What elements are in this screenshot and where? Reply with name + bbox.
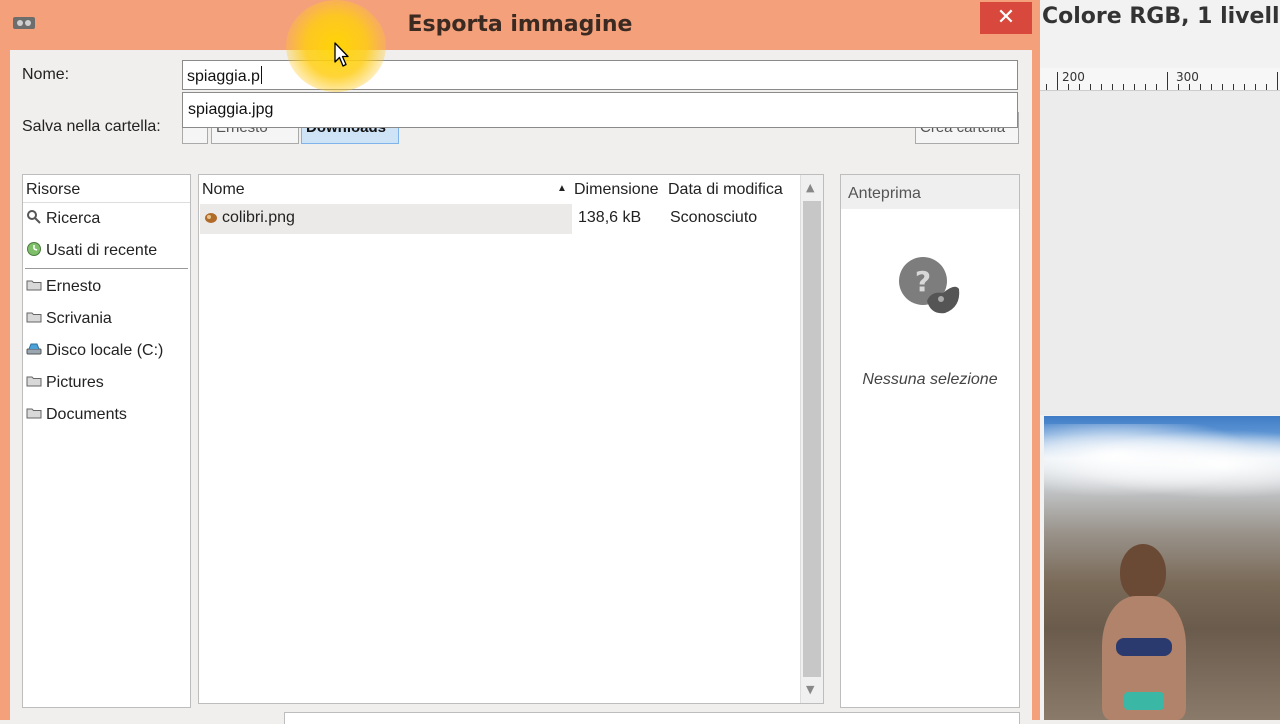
place-pictures[interactable]: Pictures xyxy=(23,369,190,397)
ruler-tick xyxy=(1079,84,1080,90)
dialog-titlebar[interactable]: Esporta immagine ✕ xyxy=(0,0,1040,50)
mouse-cursor-icon xyxy=(334,42,349,67)
folder-icon xyxy=(26,312,42,323)
text-caret xyxy=(260,66,262,84)
no-preview-icon: ? xyxy=(899,257,960,314)
scrollbar-thumb[interactable] xyxy=(803,201,821,677)
column-header-date[interactable]: Data di modifica xyxy=(665,175,799,203)
canvas-area xyxy=(1040,91,1280,415)
ruler-label: 200 xyxy=(1062,70,1085,84)
dialog-content: Nome: spiaggia.p Salva nella cartella: E… xyxy=(10,50,1032,724)
place-recent[interactable]: Usati di recente xyxy=(23,237,190,265)
svg-text:?: ? xyxy=(915,265,931,298)
ruler-tick xyxy=(1255,84,1256,90)
ruler-tick xyxy=(1211,84,1212,90)
ruler-tick xyxy=(1233,84,1234,90)
folder-icon xyxy=(26,376,42,387)
scroll-up-icon[interactable]: ▲ xyxy=(806,181,814,194)
ruler-tick xyxy=(1134,84,1135,90)
recent-icon xyxy=(27,242,41,256)
place-label: Documents xyxy=(46,406,127,423)
horizontal-ruler: 200 300 xyxy=(1040,68,1280,91)
filename-value: spiaggia.p xyxy=(187,68,260,85)
ruler-tick xyxy=(1244,84,1245,90)
place-label: Pictures xyxy=(46,374,104,391)
ruler-tick xyxy=(1090,84,1091,90)
background-window-title: Colore RGB, 1 livello xyxy=(1042,4,1280,29)
folder-icon xyxy=(26,408,42,419)
ruler-tick xyxy=(1101,84,1102,90)
drive-icon xyxy=(26,343,42,355)
save-in-folder-label: Salva nella cartella: xyxy=(22,118,161,135)
table-row[interactable]: colibri.png 138,6 kB Sconosciuto xyxy=(200,204,798,234)
ruler-tick xyxy=(1167,72,1168,90)
file-date-cell: Sconosciuto xyxy=(670,209,758,226)
places-header[interactable]: Risorse xyxy=(23,175,190,203)
column-header-size[interactable]: Dimensione xyxy=(571,175,665,203)
autocomplete-suggestion[interactable]: spiaggia.jpg xyxy=(182,92,1018,128)
search-icon xyxy=(27,210,41,224)
ruler-tick xyxy=(1156,84,1157,90)
places-panel: Risorse Ricerca Usati di recente Ernesto… xyxy=(22,174,191,708)
ruler-tick xyxy=(1222,84,1223,90)
name-label: Nome: xyxy=(22,66,70,83)
place-ernesto[interactable]: Ernesto xyxy=(23,273,190,301)
no-selection-text: Nessuna selezione xyxy=(862,371,998,388)
image-file-icon xyxy=(205,213,217,223)
vertical-scrollbar[interactable]: ▲ ▼ xyxy=(800,175,823,703)
places-separator xyxy=(25,268,188,269)
export-image-dialog: Esporta immagine ✕ Nome: spiaggia.p Salv… xyxy=(0,0,1040,724)
place-search[interactable]: Ricerca xyxy=(23,205,190,233)
ruler-tick xyxy=(1112,84,1113,90)
place-local-disk[interactable]: Disco locale (C:) xyxy=(23,337,190,365)
scroll-down-icon[interactable]: ▼ xyxy=(806,683,814,696)
ruler-tick xyxy=(1068,84,1069,90)
ruler-tick xyxy=(1178,84,1179,90)
file-name-cell: colibri.png xyxy=(222,209,295,226)
place-documents[interactable]: Documents xyxy=(23,401,190,429)
ruler-tick xyxy=(1200,84,1201,90)
preview-header: Anteprima xyxy=(841,175,1019,209)
place-label: Ernesto xyxy=(46,278,102,295)
place-label: Ricerca xyxy=(46,210,101,227)
file-list: Nome ▲ Dimensione Data di modifica colibr… xyxy=(198,174,824,704)
file-size-cell: 138,6 kB xyxy=(578,209,642,226)
preview-panel: Anteprima ? Nessuna selezione xyxy=(840,174,1020,708)
column-name-label: Nome xyxy=(202,181,245,198)
ruler-tick xyxy=(1046,84,1047,90)
ruler-tick xyxy=(1266,84,1267,90)
ruler-tick xyxy=(1189,84,1190,90)
dialog-title: Esporta immagine xyxy=(407,12,633,37)
column-header-name[interactable]: Nome ▲ xyxy=(199,175,571,203)
background-gimp-window: Colore RGB, 1 livello 200 300 xyxy=(1040,0,1280,720)
place-label: Scrivania xyxy=(46,310,112,327)
ruler-tick xyxy=(1145,84,1146,90)
place-scrivania[interactable]: Scrivania xyxy=(23,305,190,333)
ruler-tick xyxy=(1123,84,1124,90)
place-label: Disco locale (C:) xyxy=(46,342,164,359)
ruler-tick xyxy=(1057,72,1058,90)
folder-icon xyxy=(26,280,42,291)
place-label: Usati di recente xyxy=(46,242,158,259)
beach-photo xyxy=(1044,416,1280,720)
close-button[interactable]: ✕ xyxy=(980,2,1032,34)
ruler-label: 300 xyxy=(1176,70,1199,84)
sort-ascending-icon: ▲ xyxy=(557,183,567,194)
file-type-selector[interactable] xyxy=(284,712,1020,724)
ruler-tick xyxy=(1277,72,1278,90)
